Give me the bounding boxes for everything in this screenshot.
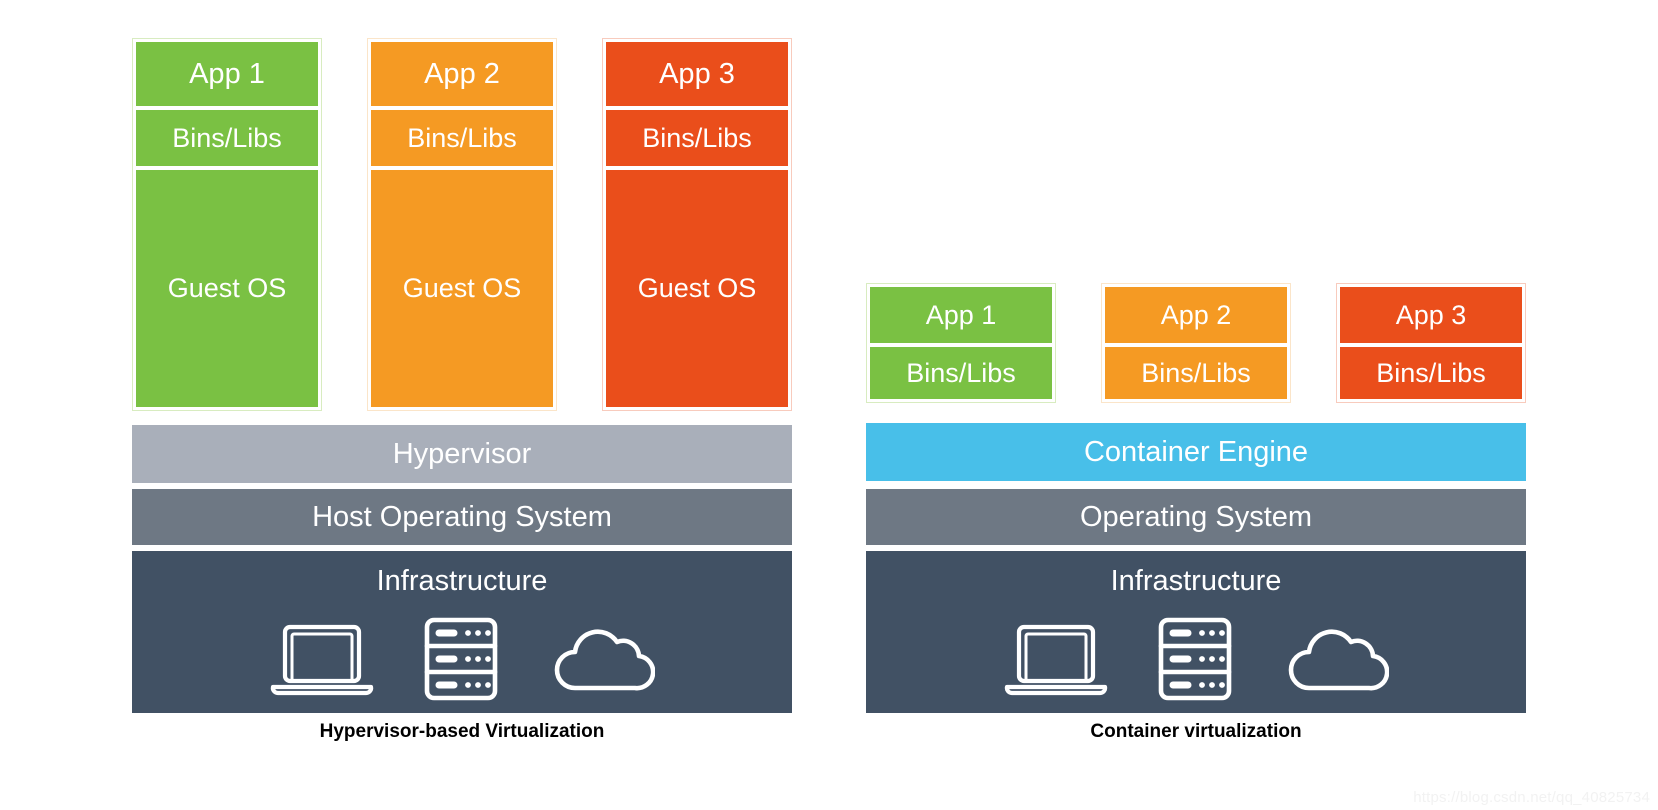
- server-rack-icon: [1153, 617, 1237, 701]
- vm-app-label-1: App 1: [136, 42, 318, 106]
- cloud-icon: [1281, 624, 1389, 694]
- container-bins-libs-label-2: Bins/Libs: [1105, 347, 1287, 399]
- container-column-app1: App 1 Bins/Libs: [866, 283, 1056, 403]
- infrastructure-icon-group-left: [132, 617, 792, 701]
- container-column-group: App 1 Bins/Libs App 2 Bins/Libs App 3 Bi…: [866, 283, 1526, 403]
- container-engine-band: Container Engine: [866, 423, 1526, 481]
- right-panel-caption: Container virtualization: [1090, 721, 1302, 742]
- laptop-icon: [1003, 621, 1109, 697]
- host-operating-system-band: Host Operating System: [132, 489, 792, 545]
- container-app-label-2: App 2: [1105, 287, 1287, 343]
- vm-guest-os-label-1: Guest OS: [136, 170, 318, 407]
- infrastructure-icon-group-right: [866, 617, 1526, 701]
- vm-column-app3: App 3 Bins/Libs Guest OS: [602, 38, 792, 411]
- container-column-app2: App 2 Bins/Libs: [1101, 283, 1291, 403]
- laptop-icon: [269, 621, 375, 697]
- infrastructure-label-right: Infrastructure: [1110, 565, 1282, 597]
- vm-bins-libs-label-2: Bins/Libs: [371, 110, 553, 166]
- vm-column-app2: App 2 Bins/Libs Guest OS: [367, 38, 557, 411]
- vm-column-group: App 1 Bins/Libs Guest OS App 2 Bins/Libs…: [132, 38, 792, 411]
- container-bins-libs-label-3: Bins/Libs: [1340, 347, 1522, 399]
- vm-app-label-3: App 3: [606, 42, 788, 106]
- vm-guest-os-label-2: Guest OS: [371, 170, 553, 407]
- container-bins-libs-label-1: Bins/Libs: [870, 347, 1052, 399]
- infrastructure-label-left: Infrastructure: [376, 565, 548, 597]
- vm-bins-libs-label-3: Bins/Libs: [606, 110, 788, 166]
- vm-bins-libs-label-1: Bins/Libs: [136, 110, 318, 166]
- hypervisor-band: Hypervisor: [132, 425, 792, 483]
- container-virtualization-panel: App 1 Bins/Libs App 2 Bins/Libs App 3 Bi…: [866, 0, 1526, 810]
- vm-app-label-2: App 2: [371, 42, 553, 106]
- hypervisor-virtualization-panel: App 1 Bins/Libs Guest OS App 2 Bins/Libs…: [132, 0, 792, 810]
- diagram-stage: App 1 Bins/Libs Guest OS App 2 Bins/Libs…: [0, 0, 1658, 810]
- infrastructure-band-right: Infrastructure: [866, 551, 1526, 713]
- container-column-app3: App 3 Bins/Libs: [1336, 283, 1526, 403]
- watermark-text: https://blog.csdn.net/qq_40825734: [1413, 789, 1650, 806]
- vm-guest-os-label-3: Guest OS: [606, 170, 788, 407]
- infrastructure-band-left: Infrastructure: [132, 551, 792, 713]
- vm-column-app1: App 1 Bins/Libs Guest OS: [132, 38, 322, 411]
- container-app-label-1: App 1: [870, 287, 1052, 343]
- cloud-icon: [547, 624, 655, 694]
- operating-system-band: Operating System: [866, 489, 1526, 545]
- server-rack-icon: [419, 617, 503, 701]
- left-panel-caption: Hypervisor-based Virtualization: [319, 721, 605, 742]
- container-app-label-3: App 3: [1340, 287, 1522, 343]
